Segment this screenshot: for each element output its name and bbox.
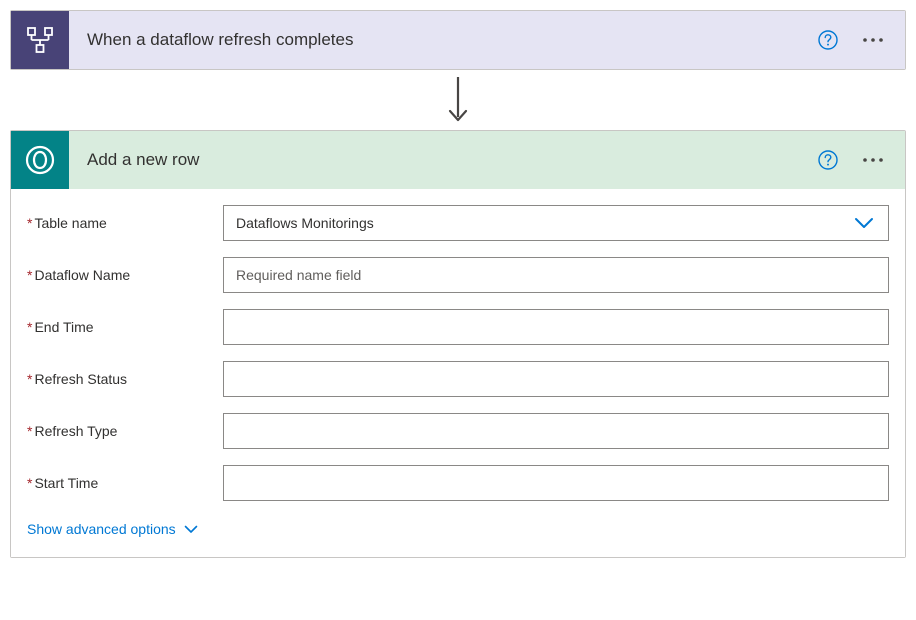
- trigger-title: When a dataflow refresh completes: [69, 30, 817, 50]
- field-label: * Refresh Type: [27, 423, 223, 439]
- required-mark: *: [27, 215, 32, 231]
- field-label: * Refresh Status: [27, 371, 223, 387]
- trigger-icon: [11, 11, 69, 69]
- start-time-input[interactable]: [223, 465, 889, 501]
- required-mark: *: [27, 371, 32, 387]
- action-header-actions: [817, 148, 885, 172]
- table-name-select[interactable]: Dataflows Monitorings: [223, 205, 889, 241]
- trigger-header[interactable]: When a dataflow refresh completes: [11, 11, 905, 69]
- field-row-start-time: * Start Time: [27, 465, 889, 501]
- chevron-down-icon: [854, 217, 874, 229]
- trigger-header-actions: [817, 28, 885, 52]
- end-time-input[interactable]: [223, 309, 889, 345]
- field-row-dataflow-name: * Dataflow Name: [27, 257, 889, 293]
- action-body: * Table name Dataflows Monitorings * Dat…: [11, 189, 905, 557]
- required-mark: *: [27, 423, 32, 439]
- arrow-down-icon: [446, 75, 470, 125]
- action-header[interactable]: Add a new row: [11, 131, 905, 189]
- select-value: Dataflows Monitorings: [236, 215, 374, 231]
- action-card: Add a new row * Table nam: [10, 130, 906, 558]
- help-icon[interactable]: [817, 149, 839, 171]
- field-label: * Dataflow Name: [27, 267, 223, 283]
- required-mark: *: [27, 475, 32, 491]
- required-mark: *: [27, 319, 32, 335]
- field-row-end-time: * End Time: [27, 309, 889, 345]
- action-icon: [11, 131, 69, 189]
- help-icon[interactable]: [817, 29, 839, 51]
- flow-connector: [10, 70, 906, 130]
- chevron-down-icon: [184, 525, 198, 534]
- refresh-type-input[interactable]: [223, 413, 889, 449]
- field-label: * Start Time: [27, 475, 223, 491]
- dataflow-name-input[interactable]: [223, 257, 889, 293]
- show-advanced-options-link[interactable]: Show advanced options: [27, 517, 889, 537]
- action-title: Add a new row: [69, 150, 817, 170]
- trigger-card: When a dataflow refresh completes: [10, 10, 906, 70]
- required-mark: *: [27, 267, 32, 283]
- field-row-table-name: * Table name Dataflows Monitorings: [27, 205, 889, 241]
- more-icon[interactable]: [861, 28, 885, 52]
- field-label: * Table name: [27, 215, 223, 231]
- refresh-status-input[interactable]: [223, 361, 889, 397]
- more-icon[interactable]: [861, 148, 885, 172]
- field-row-refresh-status: * Refresh Status: [27, 361, 889, 397]
- field-row-refresh-type: * Refresh Type: [27, 413, 889, 449]
- field-label: * End Time: [27, 319, 223, 335]
